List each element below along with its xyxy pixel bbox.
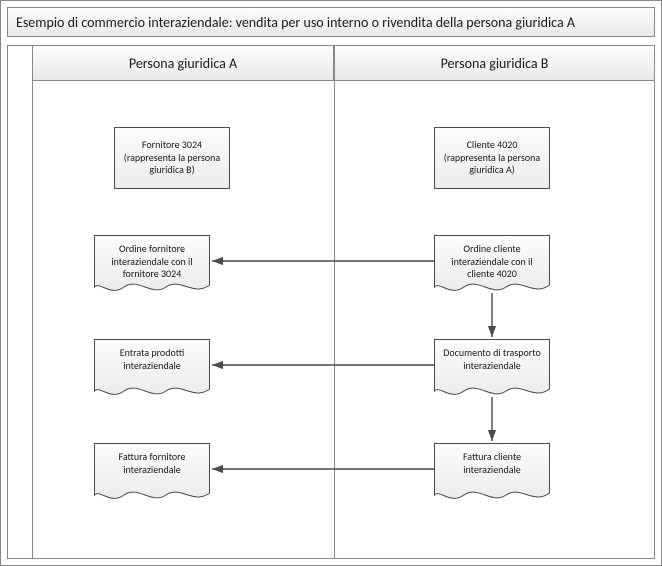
intercompany-diagram: Esempio di commercio interaziendale: ven… [0,0,662,566]
node-customer: Cliente 4020 (rappresenta la persona giu… [434,127,550,189]
column-header-a: Persona giuridica A [32,46,334,81]
node-packing-label: Documento di trasporto interaziendale [443,346,541,372]
node-customer-invoice: Fattura cliente interaziendale [434,443,550,476]
node-po-label: Ordine fornitore interaziendale con il f… [111,242,192,280]
column-b-label: Persona giuridica B [441,55,549,72]
diagram-title: Esempio di commercio interaziendale: ven… [7,7,655,37]
node-purchase-order: Ordine fornitore interaziendale con il f… [94,235,210,281]
diagram-body: Persona giuridica A Persona giuridica B … [7,45,655,559]
node-supplier-label: Fornitore 3024 (rappresenta la persona g… [121,139,223,177]
node-supplier: Fornitore 3024 (rappresenta la persona g… [114,127,230,189]
node-vinvoice-label: Fattura fornitore interaziendale [119,450,186,476]
column-header-b: Persona giuridica B [334,46,654,81]
column-divider-left [32,81,33,558]
diagram-canvas: Fornitore 3024 (rappresenta la persona g… [8,81,654,558]
node-cinvoice-label: Fattura cliente interaziendale [463,450,521,476]
node-customer-label: Cliente 4020 (rappresenta la persona giu… [441,139,543,177]
node-vendor-invoice: Fattura fornitore interaziendale [94,443,210,476]
node-product-receipt: Entrata prodotti interaziendale [94,339,210,372]
shapes-layer [8,81,654,558]
node-packing-slip: Documento di trasporto interaziendale [434,339,550,372]
node-so-label: Ordine cliente interaziendale con il cli… [451,242,532,280]
title-text: Esempio di commercio interaziendale: ven… [16,14,575,31]
node-sales-order: Ordine cliente interaziendale con il cli… [434,235,550,281]
column-divider-mid [334,81,335,558]
column-a-label: Persona giuridica A [129,55,237,72]
node-receipt-label: Entrata prodotti interaziendale [120,346,185,372]
